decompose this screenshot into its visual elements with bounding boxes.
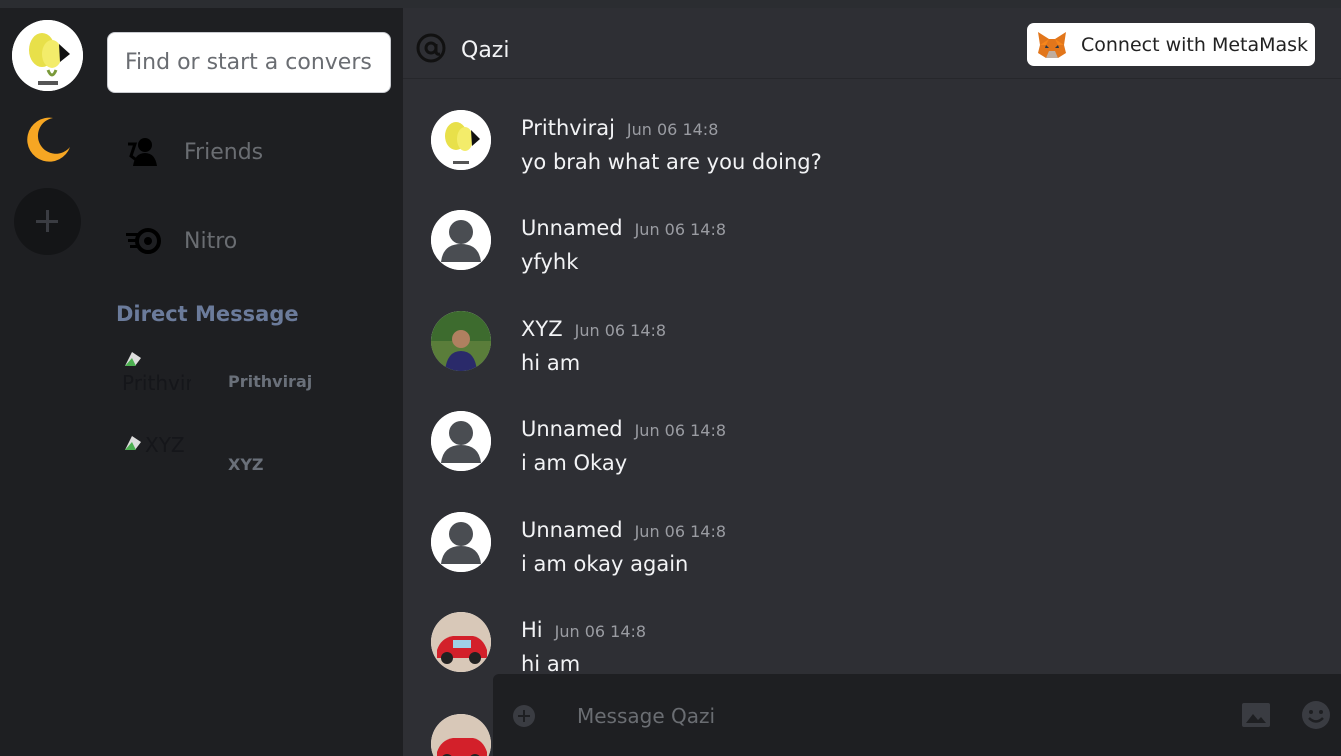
dm-item-prithviraj[interactable]: Prithviraj Prithviraj [121, 346, 391, 396]
message-text: yo brah what are you doing? [521, 150, 822, 174]
message-text: hi am [521, 652, 581, 676]
message-timestamp: Jun 06 14:8 [574, 321, 667, 340]
message-author[interactable]: Unnamed Jun 06 14:8 [521, 518, 726, 542]
message-timestamp: Jun 06 14:8 [634, 220, 727, 239]
dm-sidebar: Friends Nitro Direct Message Prithviraj … [95, 8, 403, 756]
dm-item-xyz[interactable]: XYZ XYZ [121, 430, 391, 480]
user-avatar[interactable] [12, 20, 83, 91]
message: Prithviraj Jun 06 14:8 yo brah what are y… [431, 110, 1311, 190]
message-author[interactable]: Hi Jun 06 14:8 [521, 618, 646, 642]
message-text: i am Okay [521, 451, 628, 475]
message-composer [493, 674, 1341, 756]
message-text: yfyhk [521, 250, 579, 274]
dm-name: XYZ [228, 455, 264, 474]
nav-item-label: Friends [184, 139, 264, 165]
message: XYZ Jun 06 14:8 hi am [431, 311, 1311, 391]
chat-header: Qazi Connect with MetaMask [403, 8, 1341, 79]
connect-metamask-label: Connect with MetaMask [1081, 33, 1309, 56]
message-author[interactable]: Unnamed Jun 06 14:8 [521, 216, 726, 240]
default-avatar-icon [431, 210, 491, 270]
emoji-icon[interactable] [1301, 700, 1331, 730]
default-avatar-icon [431, 512, 491, 572]
friends-icon [123, 132, 163, 172]
nav-item-friends[interactable]: Friends [123, 132, 263, 172]
broken-image: Prithviraj [121, 346, 191, 396]
metamask-fox-icon [1038, 31, 1066, 58]
image-upload-icon[interactable] [1241, 702, 1271, 728]
theme-toggle-moon-icon[interactable] [23, 115, 73, 165]
broken-image: XYZ [121, 430, 191, 480]
window-top-strip [0, 0, 1341, 8]
photo-avatar [431, 612, 491, 672]
chat-panel: Qazi Connect with MetaMask Prithviraj Ju… [403, 8, 1341, 756]
message-author[interactable]: Prithviraj Jun 06 14:8 [521, 116, 718, 140]
avatar [431, 110, 491, 170]
connect-metamask-button[interactable]: Connect with MetaMask [1027, 23, 1315, 66]
broken-image-icon [125, 352, 141, 366]
message: Unnamed Jun 06 14:8 yfyhk [431, 210, 1311, 290]
channel-name: Qazi [461, 38, 510, 63]
at-sign-icon [416, 33, 446, 63]
server-rail [0, 8, 95, 756]
dm-name: Prithviraj [228, 372, 313, 391]
message-author[interactable]: Unnamed Jun 06 14:8 [521, 417, 726, 441]
photo-avatar [431, 714, 491, 756]
message: Unnamed Jun 06 14:8 i am Okay [431, 411, 1311, 491]
lemon-logo-icon [431, 110, 491, 170]
add-server-button[interactable] [14, 188, 81, 255]
nitro-icon [123, 221, 163, 261]
lemon-logo-icon [12, 20, 83, 91]
message-author[interactable]: XYZ Jun 06 14:8 [521, 317, 666, 341]
default-avatar-icon [431, 411, 491, 471]
message-timestamp: Jun 06 14:8 [634, 522, 727, 541]
message: Unnamed Jun 06 14:8 i am okay again [431, 512, 1311, 592]
broken-image-icon [125, 436, 141, 450]
nav-item-nitro[interactable]: Nitro [123, 221, 237, 261]
add-attachment-button[interactable] [513, 705, 535, 727]
direct-message-heading: Direct Message [116, 302, 299, 326]
search-input[interactable] [107, 32, 391, 93]
message-input[interactable] [577, 696, 1177, 736]
message-timestamp: Jun 06 14:8 [626, 120, 719, 139]
message-text: i am okay again [521, 552, 689, 576]
photo-avatar [431, 311, 491, 371]
nav-item-label: Nitro [184, 228, 238, 254]
message-timestamp: Jun 06 14:8 [634, 421, 727, 440]
message-text: hi am [521, 351, 581, 375]
message-timestamp: Jun 06 14:8 [554, 622, 647, 641]
